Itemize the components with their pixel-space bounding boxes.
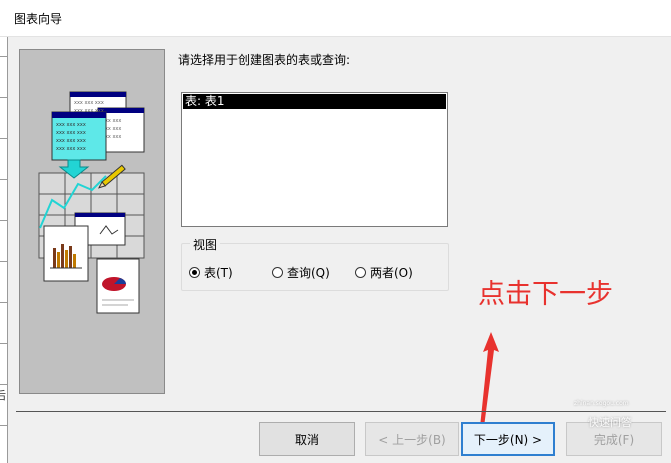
partial-background-char: 后 — [0, 389, 6, 402]
radio-table-label: 表(T) — [204, 266, 233, 280]
wizard-illustration-icon: xxx xxx xxx xxx xxx xxx xxx xxx xxx xxx … — [38, 91, 145, 314]
radio-selected-icon[interactable] — [189, 267, 200, 278]
svg-text:xxx xxx xxx: xxx xxx xxx — [56, 146, 86, 152]
radio-query[interactable]: 查询(Q) — [272, 264, 330, 281]
view-group: 视图 表(T) 查询(Q) 两者(O) — [181, 236, 449, 291]
next-button[interactable]: 下一步(N) > — [461, 422, 555, 456]
svg-text:xxx xxx xxx: xxx xxx xxx — [74, 100, 104, 106]
radio-query-label: 查询(Q) — [287, 266, 330, 280]
back-button[interactable]: < 上一步(B) — [365, 422, 459, 456]
cancel-button-label: 取消 — [294, 432, 319, 447]
watermark: 快速问答 — [588, 416, 632, 429]
watermark-domain: zhinan.sogou.com — [574, 400, 629, 407]
footer-divider — [16, 411, 666, 412]
table-query-listbox[interactable]: 表: 表1 — [181, 92, 448, 227]
radio-unselected-icon[interactable] — [355, 267, 366, 278]
svg-text:xxx xxx xxx: xxx xxx xxx — [56, 138, 86, 144]
annotation-text: 点击下一步 — [478, 279, 613, 310]
red-arrow-icon — [480, 332, 499, 427]
view-group-legend: 视图 — [190, 236, 221, 253]
radio-unselected-icon[interactable] — [272, 267, 283, 278]
radio-both[interactable]: 两者(O) — [355, 264, 413, 281]
window-title: 图表向导 — [14, 12, 63, 26]
prompt-label: 请选择用于创建图表的表或查询: — [178, 53, 351, 67]
finish-button-label: 完成(F) — [593, 432, 635, 447]
svg-text:xxx xxx xxx: xxx xxx xxx — [56, 122, 86, 128]
back-button-label: < 上一步(B) — [378, 432, 446, 447]
title-bar: 图表向导 — [0, 0, 671, 37]
next-button-label: 下一步(N) > — [473, 432, 543, 447]
radio-both-label: 两者(O) — [370, 266, 413, 280]
radio-table[interactable]: 表(T) — [189, 264, 233, 281]
cancel-button[interactable]: 取消 — [259, 422, 355, 456]
chart-wizard-illustration: xxx xxx xxx xxx xxx xxx xxx xxx xxx xxx … — [19, 49, 165, 394]
background-window-edge: 后 — [0, 37, 8, 463]
list-item[interactable]: 表: 表1 — [183, 94, 446, 109]
svg-text:xxx xxx xxx: xxx xxx xxx — [56, 130, 86, 136]
